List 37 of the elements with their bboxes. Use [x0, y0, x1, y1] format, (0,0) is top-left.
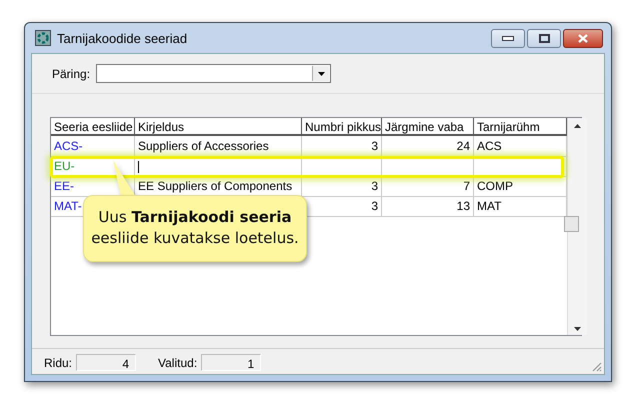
series-prefix-cell: ACS- — [51, 136, 135, 157]
app-icon — [35, 30, 51, 46]
query-dropdown[interactable] — [96, 64, 332, 83]
scroll-thumb[interactable] — [564, 216, 579, 232]
callout-tooltip: Uus Tarnijakoodi seeria eesliide kuvatakse loetelus. — [83, 195, 307, 262]
rows-label: Ridu: — [44, 356, 72, 370]
table-cell: 7 — [382, 176, 474, 197]
maximize-icon — [538, 34, 550, 42]
selected-label: Valitud: — [158, 356, 198, 370]
minimize-icon — [502, 36, 514, 40]
minimize-button[interactable] — [491, 28, 525, 48]
rows-count: 4 — [76, 354, 136, 371]
column-header[interactable]: Seeria eesliide — [51, 118, 135, 136]
table-cell: COMP — [474, 176, 567, 197]
table-cell: Suppliers of Accessories — [135, 136, 302, 157]
window-title: Tarnijakoodide seeriad — [57, 30, 188, 46]
table-cell: ACS — [474, 136, 567, 157]
table-row[interactable]: ACS- Suppliers of Accessories 3 24 ACS — [51, 136, 567, 156]
column-header[interactable]: Numbri pikkus — [302, 118, 382, 136]
table-cell: 13 — [382, 196, 474, 217]
column-header[interactable]: Kirjeldus — [135, 118, 302, 136]
selected-count: 1 — [201, 354, 262, 371]
table-cell: 3 — [302, 176, 382, 197]
query-label: Päring: — [52, 66, 90, 80]
callout-pointer — [113, 160, 137, 197]
dropdown-arrow-icon — [318, 72, 325, 76]
close-icon — [578, 34, 588, 42]
column-header[interactable]: Tarnijarühm — [474, 118, 567, 136]
scroll-up-icon[interactable] — [574, 124, 581, 128]
table-cell: MAT — [474, 196, 567, 217]
table-cell: 24 — [382, 136, 474, 157]
resize-grip-icon[interactable] — [591, 361, 602, 372]
maximize-button[interactable] — [527, 28, 561, 48]
scroll-down-icon[interactable] — [574, 327, 581, 331]
column-header[interactable]: Järgmine vaba — [382, 118, 474, 136]
close-button[interactable] — [563, 28, 603, 48]
table-cell: 3 — [302, 136, 382, 157]
